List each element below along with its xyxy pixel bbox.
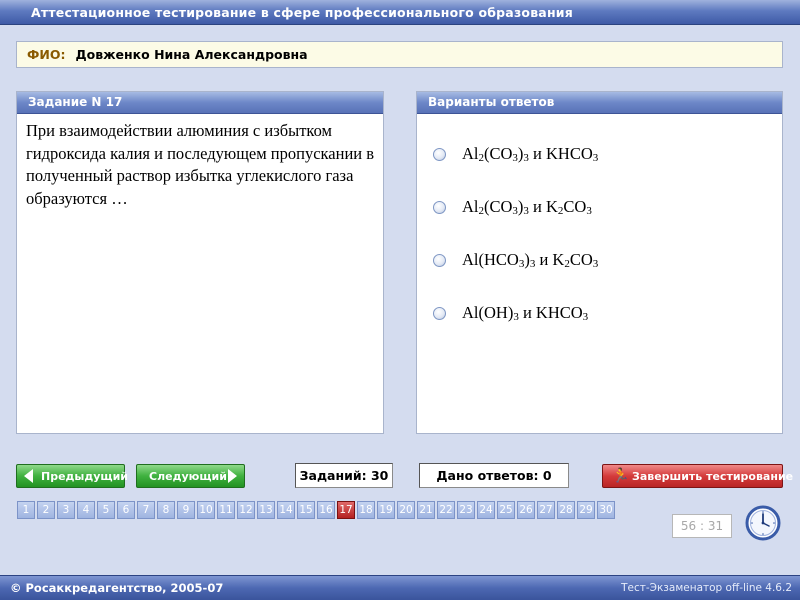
page-button-24[interactable]: 24 [477,501,495,519]
answer-option-3[interactable]: Al(HCO3)3 и K2CO3 [433,248,598,272]
page-button-12[interactable]: 12 [237,501,255,519]
task-panel: Задание N 17 При взаимодействии алюминия… [16,91,384,434]
radio-button[interactable] [433,147,446,161]
page-button-26[interactable]: 26 [517,501,535,519]
answers-panel: Варианты ответов Al2(CO3)3 и KHCO3 Al2(C… [416,91,783,434]
page-button-5[interactable]: 5 [97,501,115,519]
answer-option-2[interactable]: Al2(CO3)3 и K2CO3 [433,195,592,219]
app-title-bar: Аттестационное тестирование в сфере проф… [0,0,800,25]
previous-button-label: Предыдущий [41,470,129,483]
page-button-20[interactable]: 20 [397,501,415,519]
question-pager: 1 2 3 4 5 6 7 8 9 10 11 12 13 14 15 16 17 18 19 20 21 22 23 24 2… [17,501,617,519]
student-name: Довженко Нина Александровна [75,47,308,62]
previous-button[interactable]: Предыдущий [16,464,129,488]
radio-button[interactable] [433,306,446,320]
page-button-14[interactable]: 14 [277,501,295,519]
page-button-4[interactable]: 4 [77,501,95,519]
next-button-label: Следующий [149,470,227,483]
timer-display: 56 : 31 [672,514,732,538]
answer-option-label: Al(OH)3 и KHCO3 [462,303,589,323]
task-heading: Задание N 17 [17,92,383,114]
arrow-right-icon [228,469,237,483]
page-button-21[interactable]: 21 [417,501,435,519]
app-title: Аттестационное тестирование в сфере проф… [31,5,573,20]
page-button-29[interactable]: 29 [577,501,595,519]
page-button-25[interactable]: 25 [497,501,515,519]
answers-heading: Варианты ответов [417,92,782,114]
radio-button[interactable] [433,253,446,267]
page-button-23[interactable]: 23 [457,501,475,519]
page-button-8[interactable]: 8 [157,501,175,519]
page-button-27[interactable]: 27 [537,501,555,519]
page-button-19[interactable]: 19 [377,501,395,519]
page-button-30[interactable]: 30 [597,501,615,519]
answer-option-label: Al2(CO3)3 и K2CO3 [462,197,592,217]
radio-button[interactable] [433,200,446,214]
answer-option-label: Al(HCO3)3 и K2CO3 [462,250,599,270]
answer-option-1[interactable]: Al2(CO3)3 и KHCO3 [433,142,598,166]
version-text: Тест-Экзаменатор off-line 4.6.2 [621,582,792,594]
arrow-left-icon [24,469,33,483]
page-button-16[interactable]: 16 [317,501,335,519]
tasks-count: Заданий: 30 [295,463,393,488]
answered-count: Дано ответов: 0 [419,463,569,488]
page-button-11[interactable]: 11 [217,501,235,519]
page-button-3[interactable]: 3 [57,501,75,519]
page-button-22[interactable]: 22 [437,501,455,519]
page-button-13[interactable]: 13 [257,501,275,519]
copyright-text: © Росаккредагентство, 2005-07 [10,581,224,595]
next-button[interactable]: Следующий [136,464,245,488]
clock-icon [745,505,781,541]
page-button-17[interactable]: 17 [337,501,355,519]
finish-test-label: Завершить тестирование [632,470,794,483]
page-button-2[interactable]: 2 [37,501,55,519]
answer-option-4[interactable]: Al(OH)3 и KHCO3 [433,301,588,325]
page-button-9[interactable]: 9 [177,501,195,519]
page-button-6[interactable]: 6 [117,501,135,519]
running-man-icon: 🏃 [612,468,630,484]
page-button-1[interactable]: 1 [17,501,35,519]
page-button-10[interactable]: 10 [197,501,215,519]
page-button-18[interactable]: 18 [357,501,375,519]
finish-test-button[interactable]: 🏃 Завершить тестирование [602,464,793,488]
question-text: При взаимодействии алюминия с избытком г… [26,121,375,208]
answer-option-label: Al2(CO3)3 и KHCO3 [462,144,599,164]
page-button-15[interactable]: 15 [297,501,315,519]
page-button-7[interactable]: 7 [137,501,155,519]
student-label: ФИО: [27,47,66,62]
student-info-bar: ФИО: Довженко Нина Александровна [16,41,783,68]
page-button-28[interactable]: 28 [557,501,575,519]
footer-bar: © Росаккредагентство, 2005-07 Тест-Экзам… [0,575,800,600]
